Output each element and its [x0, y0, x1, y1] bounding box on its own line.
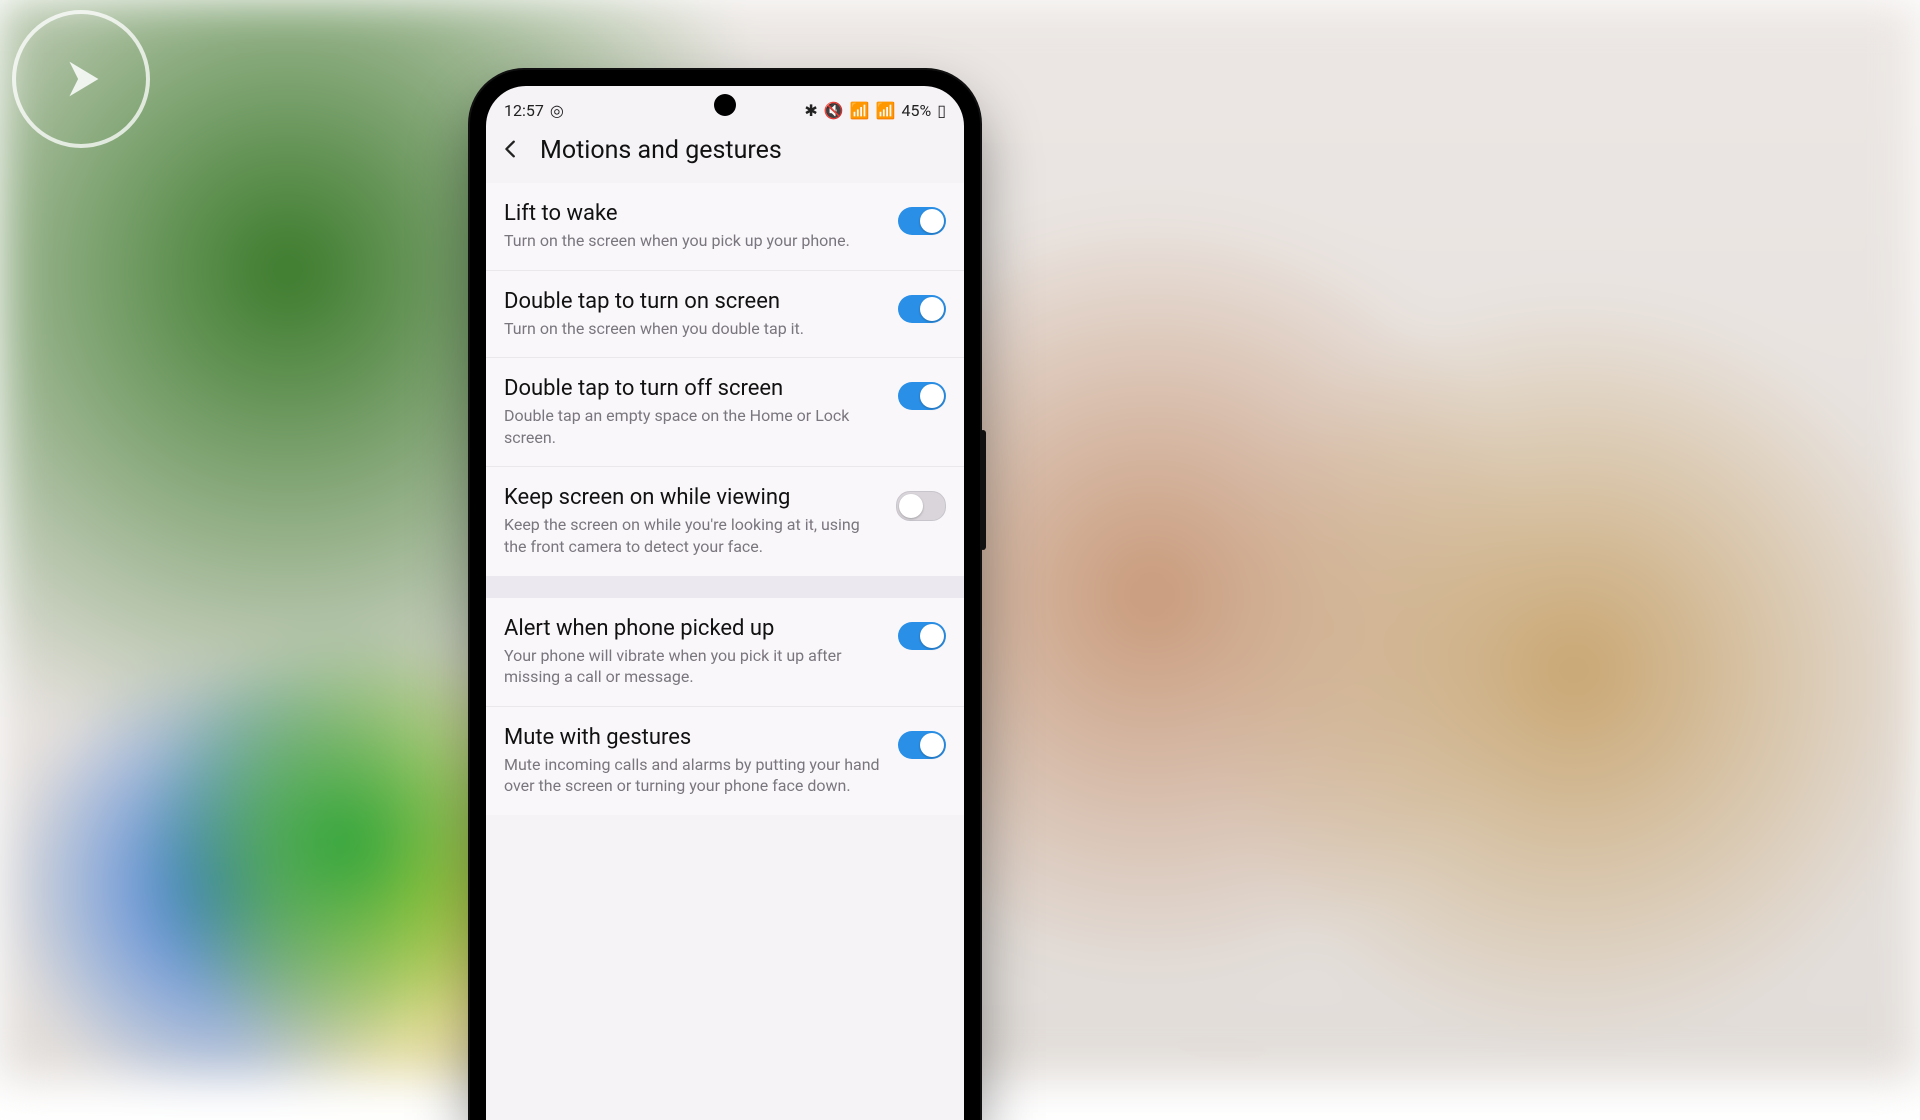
camera-punch-hole [714, 94, 736, 116]
phone-side-button [980, 430, 986, 550]
setting-title: Double tap to turn on screen [504, 289, 882, 314]
wifi-icon: 📶 [850, 101, 870, 120]
channel-watermark [12, 10, 150, 148]
mute-icon: 🔇 [824, 101, 844, 120]
settings-group-1: Lift to wake Turn on the screen when you… [486, 183, 964, 576]
play-arrow-icon [52, 50, 110, 108]
setting-desc: Keep the screen on while you're looking … [504, 514, 880, 557]
setting-row-double-tap-off[interactable]: Double tap to turn off screen Double tap… [486, 357, 964, 466]
setting-title: Mute with gestures [504, 725, 882, 750]
setting-desc: Turn on the screen when you double tap i… [504, 318, 882, 340]
battery-percent: 45% [901, 101, 931, 120]
settings-group-2: Alert when phone picked up Your phone wi… [486, 598, 964, 815]
toggle-keep-screen-on[interactable] [896, 491, 946, 521]
setting-row-alert-pickup[interactable]: Alert when phone picked up Your phone wi… [486, 598, 964, 706]
page-header: Motions and gestures [486, 122, 964, 183]
phone-screen: 12:57 ◎ ✱ 🔇 📶 📶 45% ▯ Motions and gestur… [486, 86, 964, 1120]
toggle-mute-gestures[interactable] [898, 731, 946, 759]
setting-desc: Your phone will vibrate when you pick it… [504, 645, 882, 688]
setting-title: Alert when phone picked up [504, 616, 882, 641]
toggle-double-tap-off[interactable] [898, 382, 946, 410]
back-button[interactable] [500, 137, 522, 165]
chevron-left-icon [500, 138, 522, 160]
status-time: 12:57 [504, 101, 544, 120]
setting-row-mute-gestures[interactable]: Mute with gestures Mute incoming calls a… [486, 706, 964, 815]
setting-title: Double tap to turn off screen [504, 376, 882, 401]
clock-icon: ◎ [550, 101, 564, 120]
setting-row-keep-screen-on[interactable]: Keep screen on while viewing Keep the sc… [486, 466, 964, 575]
page-title: Motions and gestures [540, 136, 782, 165]
bluetooth-icon: ✱ [804, 101, 817, 120]
toggle-double-tap-on[interactable] [898, 295, 946, 323]
bottom-fade [486, 1090, 964, 1120]
battery-icon: ▯ [937, 101, 946, 120]
toggle-alert-pickup[interactable] [898, 622, 946, 650]
phone-frame: 12:57 ◎ ✱ 🔇 📶 📶 45% ▯ Motions and gestur… [470, 70, 980, 1120]
toggle-lift-to-wake[interactable] [898, 207, 946, 235]
signal-icon: 📶 [876, 101, 896, 120]
setting-row-double-tap-on[interactable]: Double tap to turn on screen Turn on the… [486, 270, 964, 358]
group-divider [486, 576, 964, 598]
setting-desc: Mute incoming calls and alarms by puttin… [504, 754, 882, 797]
setting-desc: Turn on the screen when you pick up your… [504, 230, 882, 252]
setting-row-lift-to-wake[interactable]: Lift to wake Turn on the screen when you… [486, 183, 964, 270]
setting-title: Keep screen on while viewing [504, 485, 880, 510]
setting-title: Lift to wake [504, 201, 882, 226]
setting-desc: Double tap an empty space on the Home or… [504, 405, 882, 448]
